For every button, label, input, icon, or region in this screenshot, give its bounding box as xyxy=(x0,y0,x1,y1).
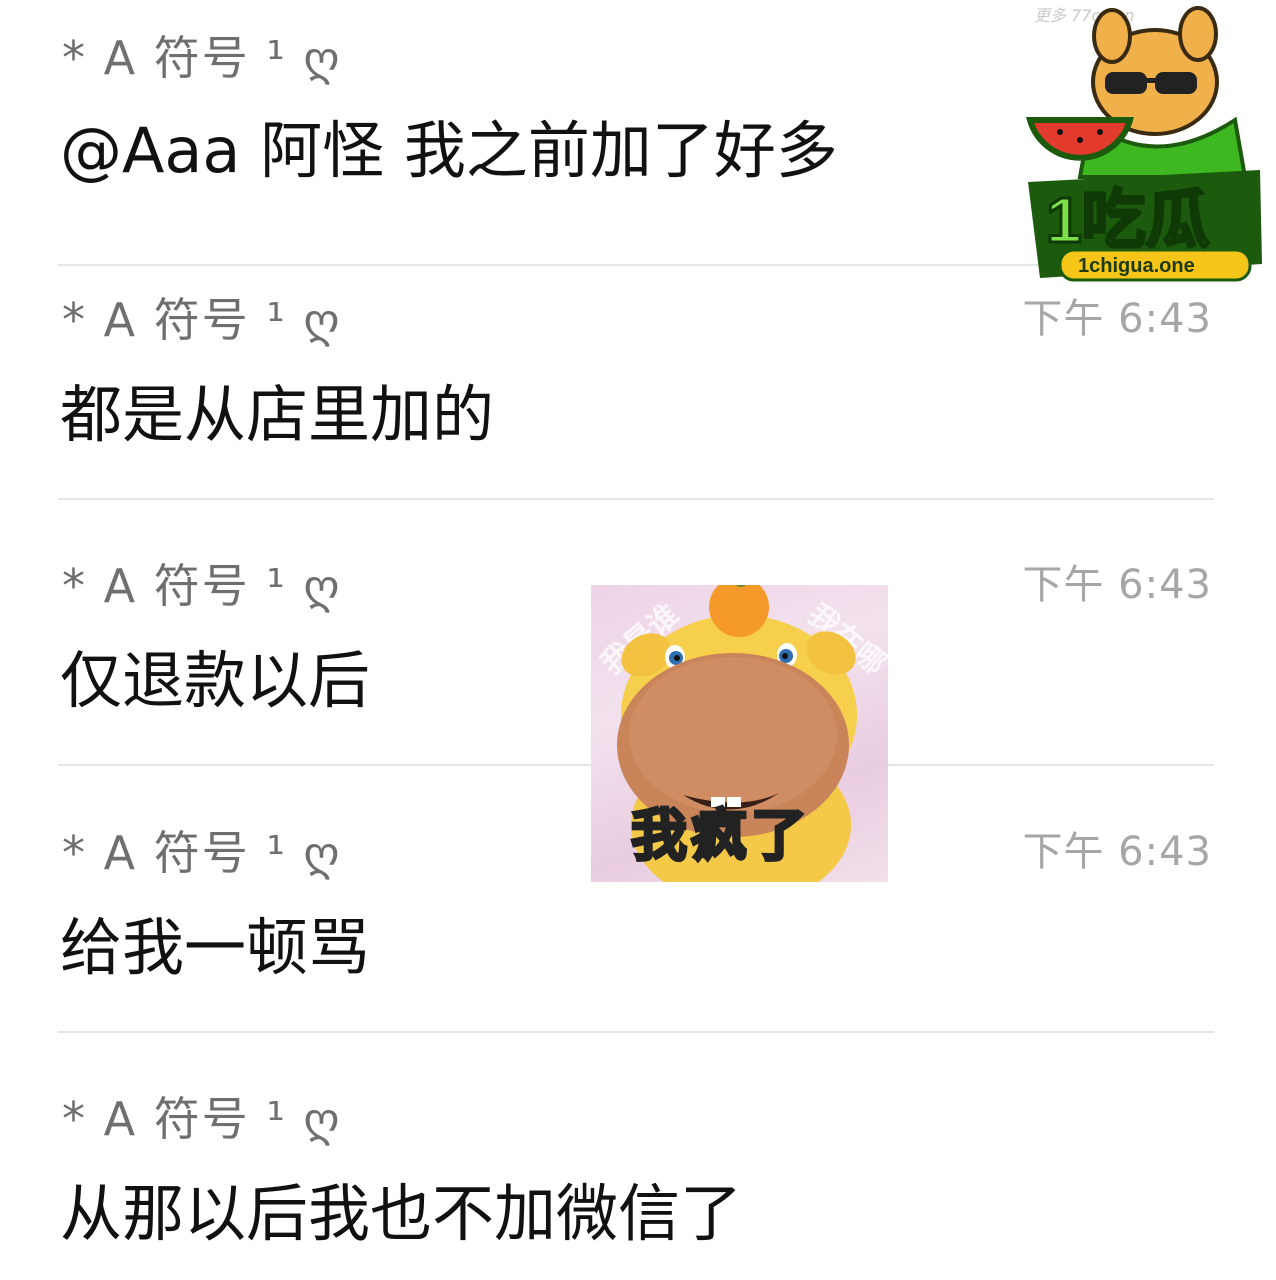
brand-logo-icon: 1吃瓜 1chigua.one xyxy=(1026,6,1262,282)
message-time: 下午 6:43 xyxy=(1022,296,1212,342)
message-text: @Aaa 阿怪 我之前加了好多 xyxy=(60,114,838,187)
sender-name: * A 符号 ¹ ღ xyxy=(62,1092,342,1146)
sender-name: * A 符号 ¹ ღ xyxy=(62,31,342,85)
sender-name: * A 符号 ¹ ღ xyxy=(62,826,342,880)
brand-logo: 更多 77cg.cn 1吃瓜 1chigua.one xyxy=(1020,2,1270,292)
message-time: 下午 6:43 xyxy=(1022,829,1212,875)
svg-text:1吃瓜: 1吃瓜 xyxy=(1046,184,1210,256)
message-text: 从那以后我也不加微信了 xyxy=(60,1177,743,1250)
message-text: 都是从店里加的 xyxy=(60,378,495,451)
sender-name: * A 符号 ¹ ღ xyxy=(62,559,342,613)
message-text: 仅退款以后 xyxy=(60,644,371,717)
sticker-image[interactable]: 我是谁 我在哪 我疯了 xyxy=(591,585,888,882)
svg-text:1chigua.one: 1chigua.one xyxy=(1078,255,1195,277)
message-row[interactable]: * A 符号 ¹ ღ 从那以后我也不加微信了 xyxy=(0,1033,1276,1280)
message-time: 下午 6:43 xyxy=(1022,562,1212,608)
sender-name: * A 符号 ¹ ღ xyxy=(62,293,342,347)
sticker-caption: 我疯了 xyxy=(630,803,811,871)
message-text: 给我一顿骂 xyxy=(60,911,371,984)
